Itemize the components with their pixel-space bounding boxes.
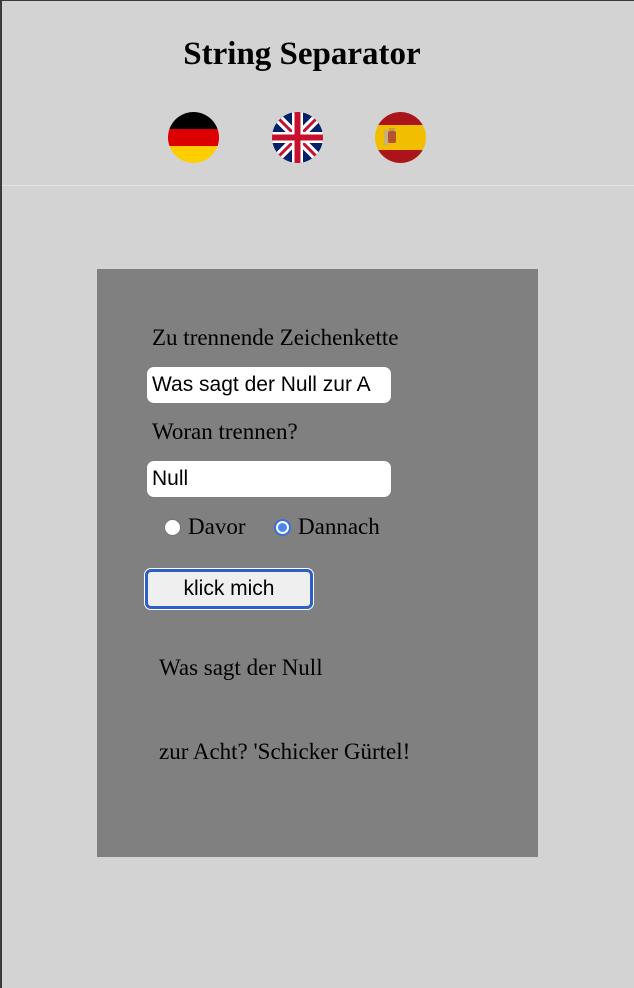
radio-option-before[interactable]: Davor — [164, 513, 245, 541]
radio-before-button[interactable] — [164, 518, 181, 536]
result-part-2: zur Acht? 'Schicker Gürtel! — [159, 739, 411, 764]
string-input-label: Zu trennende Zeichenkette — [152, 325, 399, 350]
separator-input-label: Woran trennen? — [152, 419, 298, 444]
string-input[interactable] — [147, 367, 391, 403]
radio-after-label: Dannach — [298, 514, 380, 539]
german-flag-icon[interactable] — [168, 112, 219, 163]
radio-option-after[interactable]: Dannach — [274, 513, 380, 541]
spain-flag-icon[interactable] — [375, 112, 426, 163]
radio-after-button[interactable] — [274, 518, 291, 536]
submit-button[interactable]: klick mich — [145, 569, 313, 609]
separator-panel: Zu trennende Zeichenkette Woran trennen?… — [97, 269, 538, 857]
radio-before-label: Davor — [188, 514, 246, 539]
uk-flag-icon[interactable] — [272, 112, 323, 163]
page-header: String Separator — [2, 0, 634, 186]
result-part-1: Was sagt der Null — [159, 655, 323, 680]
page-title: String Separator — [183, 36, 421, 72]
separator-input[interactable] — [147, 461, 391, 497]
